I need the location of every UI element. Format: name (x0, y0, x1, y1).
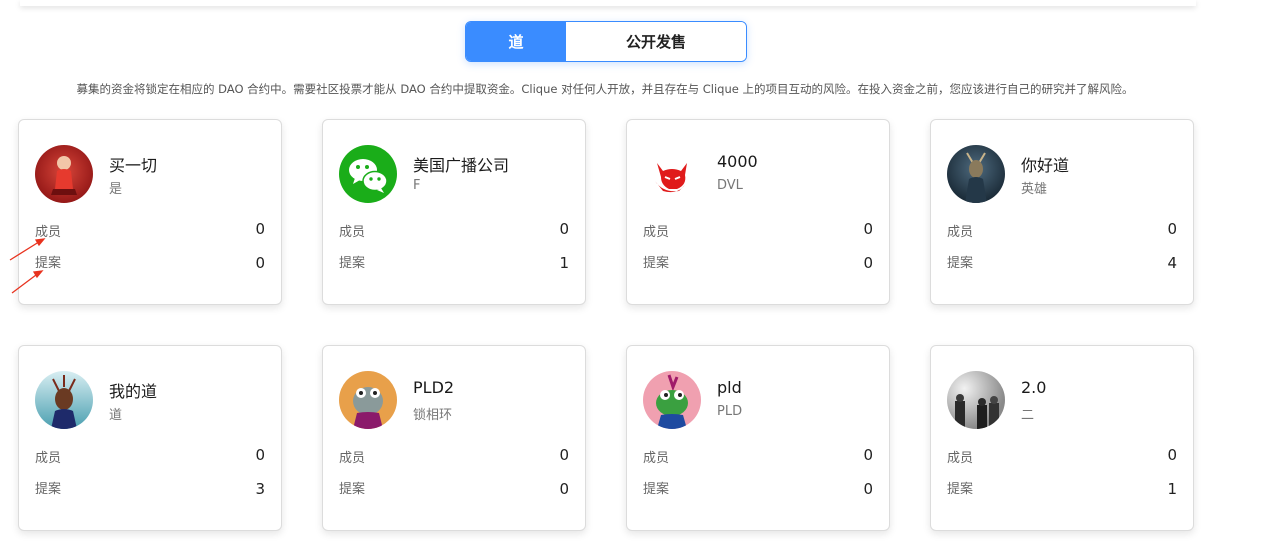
dao-symbol: DVL (717, 178, 743, 193)
dao-name: 买一切 (109, 156, 158, 175)
dao-card[interactable]: 我的道 道 成员 0 提案 3 (18, 345, 282, 531)
members-count: 0 (1167, 220, 1177, 238)
members-label: 成员 (947, 225, 974, 240)
members-count: 0 (255, 446, 265, 464)
dao-symbol: 二 (1021, 408, 1035, 423)
proposals-label: 提案 (35, 256, 62, 271)
dao-name: 美国广播公司 (413, 156, 510, 175)
dao-card[interactable]: 2.0 二 成员 0 提案 1 (930, 345, 1194, 531)
proposals-label: 提案 (339, 482, 366, 497)
proposals-label: 提案 (643, 256, 670, 271)
proposals-count: 0 (863, 480, 873, 498)
dao-symbol: 是 (109, 182, 123, 197)
proposals-label: 提案 (339, 256, 366, 271)
masked-figure-avatar (35, 371, 93, 429)
proposals-count: 0 (863, 254, 873, 272)
proposals-count: 1 (1167, 480, 1177, 498)
members-label: 成员 (643, 225, 670, 240)
proposals-label: 提案 (35, 482, 62, 497)
proposals-count: 3 (255, 480, 265, 498)
wechat-logo-avatar (339, 145, 397, 203)
proposals-label: 提案 (643, 482, 670, 497)
dao-card[interactable]: 4000 DVL 成员 0 提案 0 (626, 119, 890, 305)
dao-card[interactable]: 你好道 英雄 成员 0 提案 4 (930, 119, 1194, 305)
red-figure-avatar (35, 145, 93, 203)
dao-name: 你好道 (1021, 156, 1070, 175)
dao-symbol: 锁相环 (413, 408, 453, 423)
dao-name: 4000 (717, 152, 758, 171)
tab-public-sale[interactable]: 公开发售 (566, 22, 746, 61)
proposals-count: 0 (255, 254, 265, 272)
members-count: 0 (863, 220, 873, 238)
members-label: 成员 (35, 225, 62, 240)
members-label: 成员 (947, 451, 974, 466)
proposals-count: 0 (559, 480, 569, 498)
risk-disclaimer: 募集的资金将锁定在相应的 DAO 合约中。需要社区投票才能从 DAO 合约中提取… (76, 82, 1134, 96)
members-count: 0 (559, 446, 569, 464)
dao-name: 我的道 (109, 382, 158, 401)
members-label: 成员 (339, 451, 366, 466)
red-devil-avatar (643, 145, 701, 203)
members-count: 0 (1167, 446, 1177, 464)
proposals-label: 提案 (947, 482, 974, 497)
dao-name: 2.0 (1021, 378, 1047, 397)
top-panel-edge (20, 0, 1196, 6)
members-label: 成员 (339, 225, 366, 240)
members-count: 0 (559, 220, 569, 238)
dao-symbol: 道 (109, 408, 123, 423)
dao-name: pld (717, 378, 742, 397)
dao-name: PLD2 (413, 378, 455, 397)
dao-card[interactable]: pld PLD 成员 0 提案 0 (626, 345, 890, 531)
members-count: 0 (863, 446, 873, 464)
dao-symbol: PLD (717, 404, 743, 419)
dao-card[interactable]: PLD2 锁相环 成员 0 提案 0 (322, 345, 586, 531)
tab-dao[interactable]: 道 (466, 22, 566, 61)
members-label: 成员 (643, 451, 670, 466)
dao-card[interactable]: 美国广播公司 F 成员 0 提案 1 (322, 119, 586, 305)
members-count: 0 (255, 220, 265, 238)
proposals-count: 1 (559, 254, 569, 272)
photo-group-avatar (947, 371, 1005, 429)
dark-figure-avatar (947, 145, 1005, 203)
frog-orange-avatar (339, 371, 397, 429)
proposals-label: 提案 (947, 256, 974, 271)
dao-card[interactable]: 买一切 是 成员 0 提案 0 (18, 119, 282, 305)
proposals-count: 4 (1167, 254, 1177, 272)
frog-pink-avatar (643, 371, 701, 429)
dao-symbol: F (413, 178, 421, 193)
members-label: 成员 (35, 451, 62, 466)
view-tabs: 道 公开发售 (465, 21, 747, 62)
dao-symbol: 英雄 (1021, 182, 1048, 197)
